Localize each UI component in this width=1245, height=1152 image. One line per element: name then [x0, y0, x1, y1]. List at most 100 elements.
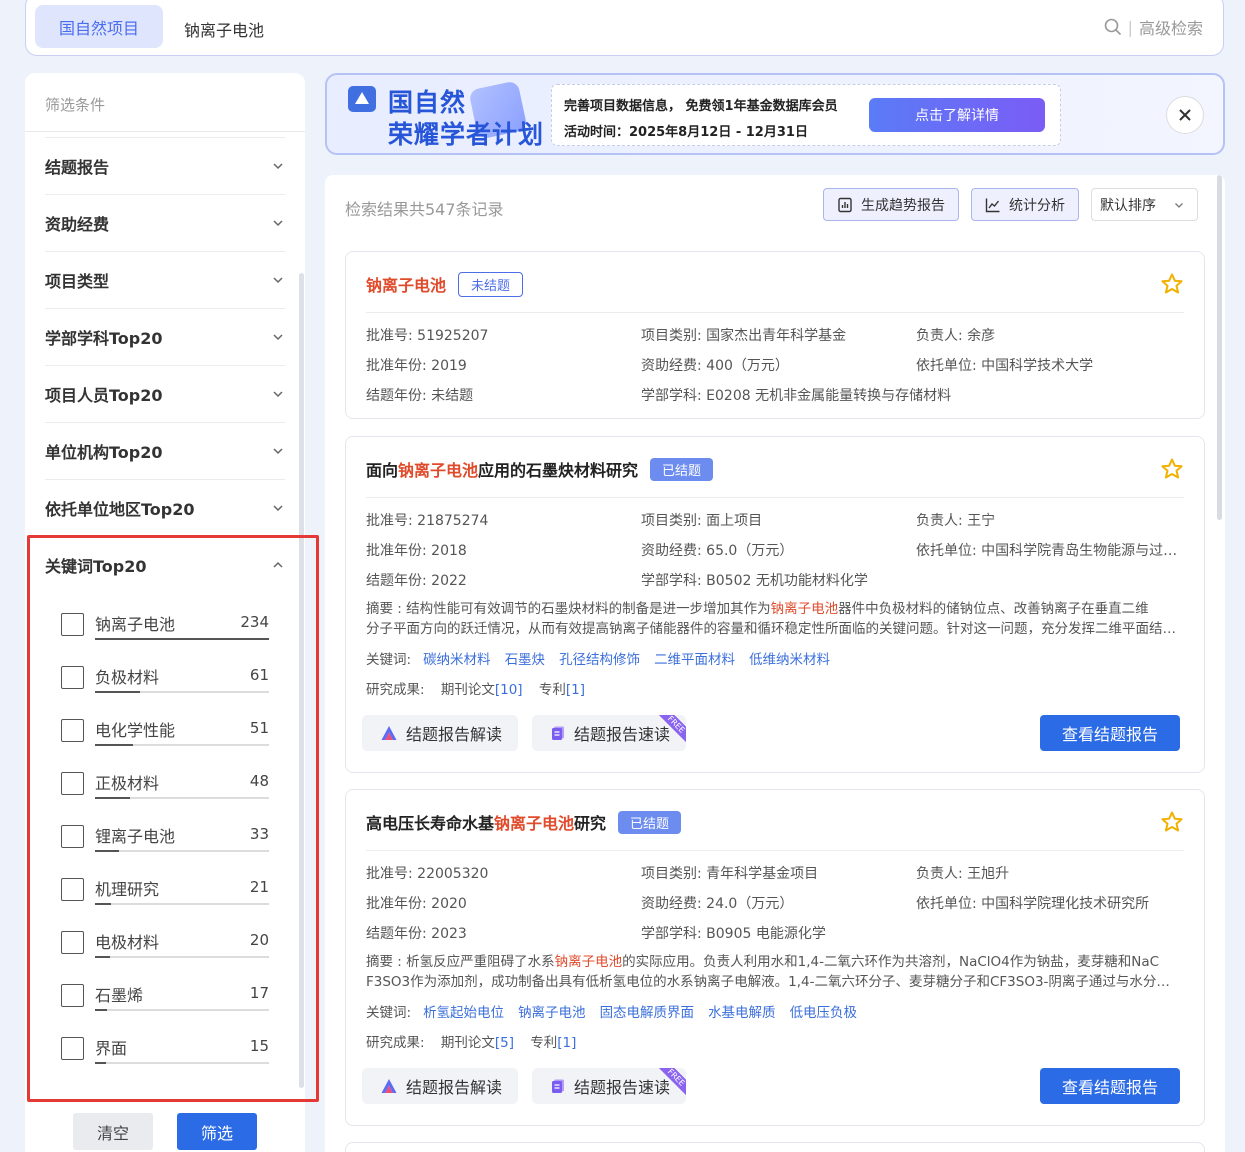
chevron-down-icon: [273, 277, 283, 284]
keyword-checkbox[interactable]: [61, 1037, 84, 1060]
project-card[interactable]: 面向钠离子电池应用的石墨炔材料研究 已结题 批准号: 21875274 项目类别:…: [345, 436, 1205, 773]
tab-nsfc-projects[interactable]: 国自然项目: [35, 5, 163, 48]
view-report-button[interactable]: 查看结题报告: [1040, 715, 1180, 751]
title-text: 应用的石墨炔材料研究: [478, 461, 639, 480]
filter-institution[interactable]: 单位机构Top20: [45, 422, 285, 479]
banner-details-button[interactable]: 点击了解详情: [869, 98, 1045, 132]
view-report-button[interactable]: 查看结题报告: [1040, 1068, 1180, 1104]
line-chart-icon: [985, 198, 1000, 212]
filter-final-report[interactable]: 结题报告: [45, 137, 285, 194]
star-icon[interactable]: [1160, 457, 1184, 481]
report-quickread-button[interactable]: 结题报告速读 FREE: [532, 1068, 687, 1104]
filter-personnel[interactable]: 项目人员Top20: [45, 365, 285, 422]
filter-keywords[interactable]: 关键词Top20: [45, 536, 285, 593]
keyword-bar: [95, 744, 134, 746]
keyword-checkbox[interactable]: [61, 878, 84, 901]
project-title[interactable]: 面向钠离子电池应用的石墨炔材料研究 已结题: [366, 457, 714, 481]
report-interpret-button[interactable]: 结题报告解读: [362, 715, 519, 751]
patents-label: 专利: [530, 1035, 558, 1051]
advanced-search-link[interactable]: 高级检索: [1139, 15, 1203, 39]
title-highlight: 钠离子电池: [366, 276, 447, 295]
filter-label: 学部学科Top20: [45, 329, 163, 348]
project-card[interactable]: 高电压长寿命水基钠离子电池研究 已结题 批准号: 22005320 项目类别: 青…: [345, 789, 1205, 1126]
report-interpret-button[interactable]: 结题报告解读: [362, 1068, 519, 1104]
keyword-label: 界面: [95, 1039, 128, 1058]
patents-count-link[interactable]: [1]: [557, 1035, 576, 1051]
keyword-bar-track: [95, 956, 269, 958]
keyword-label: 正极材料: [95, 774, 160, 793]
project-title[interactable]: 钠离子电池 未结题: [366, 272, 524, 297]
divider: [25, 131, 305, 132]
star-icon[interactable]: [1160, 272, 1184, 296]
sort-dropdown[interactable]: 默认排序: [1091, 188, 1198, 221]
keyword-item[interactable]: 机理研究 21: [61, 863, 269, 916]
keyword-item[interactable]: 锂离子电池 33: [61, 810, 269, 863]
trend-report-button[interactable]: 生成趋势报告: [823, 188, 959, 221]
keyword-bar: [95, 903, 111, 905]
keyword-link[interactable]: 低电压负极: [790, 1005, 858, 1021]
promo-banner[interactable]: 国自然 荣耀学者计划 完善项目数据信息， 免费领1年基金数据库会员 活动时间：2…: [325, 73, 1225, 155]
keyword-bar: [95, 1009, 108, 1011]
keyword-checkbox[interactable]: [61, 666, 84, 689]
keyword-checkbox[interactable]: [61, 931, 84, 954]
keyword-link[interactable]: 石墨炔: [505, 652, 546, 668]
abstract-highlight: 钠离子电池: [554, 954, 623, 970]
papers-count-link[interactable]: [5]: [495, 1035, 514, 1051]
keyword-link[interactable]: 孔径结构修饰: [559, 652, 640, 668]
keyword-count: 48: [249, 772, 269, 790]
keyword-bar: [95, 638, 269, 640]
keyword-item[interactable]: 电极材料 20: [61, 916, 269, 969]
keyword-checkbox[interactable]: [61, 719, 84, 742]
keyword-item[interactable]: 石墨烯 17: [61, 969, 269, 1022]
keyword-item[interactable]: 负极材料 61: [61, 651, 269, 704]
divider: [366, 850, 1184, 851]
project-title[interactable]: 高电压长寿命水基钠离子电池研究 已结题: [366, 810, 682, 834]
filter-label: 项目类型: [45, 272, 110, 291]
keyword-item[interactable]: 电化学性能 51: [61, 704, 269, 757]
keyword-checkbox[interactable]: [61, 825, 84, 848]
project-abstract: 摘要 : 结构性能可有效调节的石墨炔材料的制备是进一步增加其作为钠离子电池器件中…: [366, 599, 1181, 639]
project-card[interactable]: 钠离子电池 未结题 批准号: 51925207 项目类别: 国家杰出青年科学基金 …: [345, 251, 1205, 419]
keyword-link[interactable]: 二维平面材料: [654, 652, 735, 668]
keyword-checkbox[interactable]: [61, 984, 84, 1007]
search-input[interactable]: 钠离子电池: [184, 17, 264, 41]
keyword-checkbox[interactable]: [61, 772, 84, 795]
report-quickread-button[interactable]: 结题报告速读 FREE: [532, 715, 687, 751]
statistics-button[interactable]: 统计分析: [971, 188, 1079, 221]
filter-project-type[interactable]: 项目类型: [45, 251, 285, 308]
keywords-row: 关键词: 碳纳米材料 石墨炔 孔径结构修饰 二维平面材料 低维纳米材料: [366, 648, 832, 668]
keywords-row: 关键词: 析氢起始电位 钠离子电池 固态电解质界面 水基电解质 低电压负极: [366, 1001, 859, 1021]
filter-discipline[interactable]: 学部学科Top20: [45, 308, 285, 365]
patents-count-link[interactable]: [1]: [566, 682, 585, 698]
results-panel: 检索结果共547条记录 生成趋势报告 统计分析 默认排序 钠离子电池 未结题 批准…: [325, 175, 1225, 1152]
filter-region[interactable]: 依托单位地区Top20: [45, 479, 285, 536]
keyword-link[interactable]: 析氢起始电位: [423, 1005, 504, 1021]
project-card[interactable]: [345, 1142, 1205, 1152]
keyword-checkbox[interactable]: [61, 613, 84, 636]
keyword-item[interactable]: 钠离子电池 234: [61, 598, 269, 651]
star-icon[interactable]: [1160, 810, 1184, 834]
abstract-highlight: 钠离子电池: [770, 601, 839, 617]
keyword-item[interactable]: 界面 15: [61, 1022, 269, 1075]
papers-count-link[interactable]: [10]: [495, 682, 523, 698]
sidebar-scrollbar[interactable]: [299, 273, 304, 1088]
keyword-link[interactable]: 固态电解质界面: [600, 1005, 695, 1021]
keyword-count: 33: [249, 825, 269, 843]
grant-number: 批准号: 21875274: [366, 513, 489, 529]
abstract-text: 器件中负极材料的储钠位点、改善钠离子在垂直二维: [838, 601, 1149, 617]
project-category: 项目类别: 青年科学基金项目: [641, 866, 819, 882]
keyword-link[interactable]: 低维纳米材料: [749, 652, 830, 668]
keyword-link[interactable]: 钠离子电池: [518, 1005, 586, 1021]
abstract-line: 摘要 : 析氢反应严重阻碍了水系钠离子电池的实际应用。负责人利用水和1,4-二氧…: [366, 952, 1181, 972]
host-unit: 依托单位: 中国科学院青岛生物能源与过程研究所: [916, 543, 1181, 559]
apply-filter-button[interactable]: 筛选: [177, 1113, 257, 1150]
results-scrollbar[interactable]: [1217, 175, 1222, 520]
search-icon[interactable]: [1104, 18, 1122, 36]
filter-funding[interactable]: 资助经费: [45, 194, 285, 251]
banner-close-button[interactable]: [1166, 96, 1204, 134]
keyword-item[interactable]: 正极材料 48: [61, 757, 269, 810]
clear-button[interactable]: 清空: [73, 1113, 153, 1150]
keyword-bar-track: [95, 691, 269, 693]
keyword-link[interactable]: 水基电解质: [708, 1005, 776, 1021]
keyword-link[interactable]: 碳纳米材料: [423, 652, 491, 668]
